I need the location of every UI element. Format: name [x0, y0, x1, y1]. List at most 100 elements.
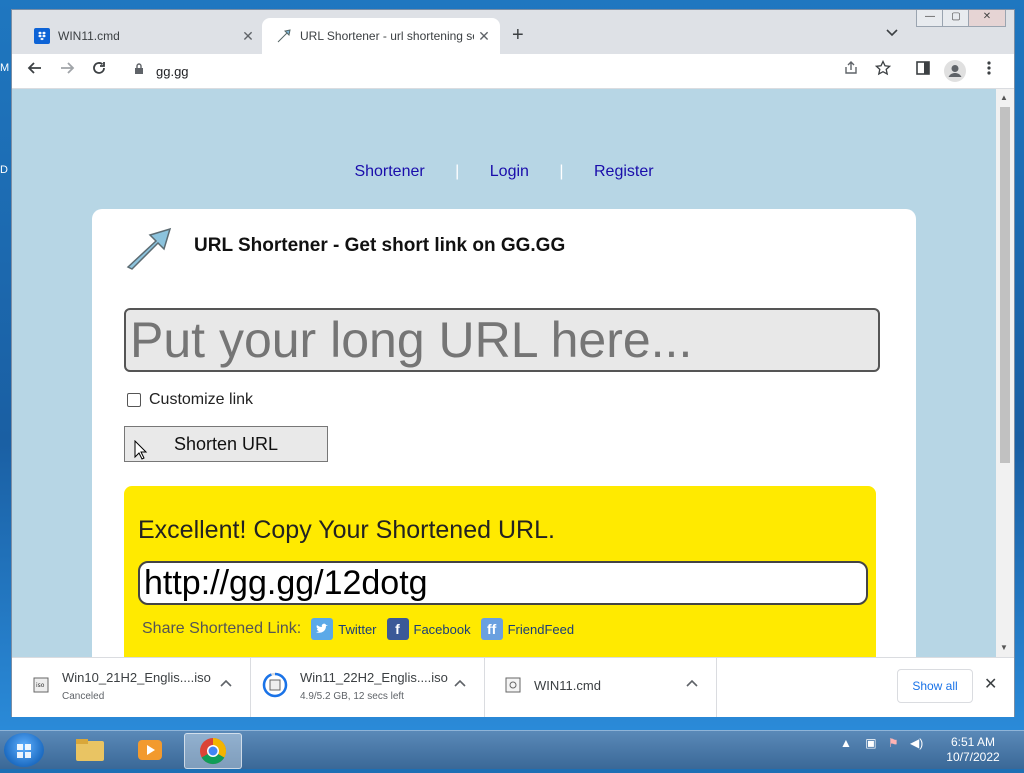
tab-title: URL Shortener - url shortening se: [300, 29, 474, 43]
system-tray: ▲ ▣ ⚑ ◀): [840, 736, 923, 750]
facebook-icon: f: [386, 618, 409, 640]
share-row: Share Shortened Link: Twitter f Facebook…: [142, 618, 574, 640]
friendfeed-icon: ff: [480, 618, 503, 640]
tab-win11-cmd[interactable]: WIN11.cmd ✕: [20, 18, 264, 54]
minimize-button[interactable]: —: [916, 10, 944, 27]
forward-arrow-icon: [61, 62, 75, 74]
chrome-icon: [200, 737, 227, 765]
menu-kebab-icon[interactable]: [978, 60, 1000, 82]
share-facebook-link[interactable]: f Facebook: [386, 618, 471, 640]
short-url-field[interactable]: http://gg.gg/12dotg: [138, 561, 868, 605]
customize-link-label: Customize link: [149, 391, 254, 408]
shorten-url-button[interactable]: Shorten URL: [124, 426, 328, 462]
download-status: 4.9/5.2 GB, 12 secs left: [300, 691, 404, 702]
shortener-card: URL Shortener - Get short link on GG.GG …: [92, 209, 916, 657]
share-friendfeed-link[interactable]: ff FriendFeed: [480, 618, 575, 640]
scroll-down-icon[interactable]: ▼: [1000, 643, 1008, 652]
folder-icon: [76, 739, 104, 761]
result-panel: Excellent! Copy Your Shortened URL. http…: [124, 486, 876, 657]
long-url-input[interactable]: [124, 308, 880, 372]
download-status: Canceled: [62, 691, 105, 702]
customize-link-checkbox[interactable]: [127, 393, 141, 407]
share-icon[interactable]: [840, 60, 862, 82]
svg-text:iso: iso: [36, 682, 45, 689]
page-viewport: Shortener | Login | Register URL Shorten…: [12, 89, 996, 657]
profile-avatar[interactable]: [944, 60, 966, 82]
bookmark-star-icon[interactable]: [872, 59, 894, 82]
clock-date: 10/7/2022: [946, 750, 1000, 764]
twitter-label: Twitter: [338, 621, 377, 637]
maximize-button[interactable]: ▢: [942, 10, 970, 27]
media-player-icon: [138, 740, 162, 760]
address-text: gg.gg: [156, 64, 189, 79]
volume-icon[interactable]: ◀): [910, 736, 923, 750]
forward-button[interactable]: [56, 60, 78, 82]
download-filename: Win10_21H2_Englis....iso: [62, 670, 211, 685]
reload-icon: [93, 62, 105, 74]
tab-search-button[interactable]: [886, 26, 898, 40]
show-hidden-icons[interactable]: ▲: [840, 736, 852, 750]
media-player-taskbar-button[interactable]: [122, 733, 178, 767]
taskbar-clock[interactable]: 6:51 AM 10/7/2022: [940, 735, 1006, 765]
show-all-downloads-button[interactable]: Show all: [897, 669, 973, 703]
customize-link-option[interactable]: Customize link: [127, 391, 253, 409]
downloads-bar: iso Win10_21H2_Englis....iso Canceled Wi…: [12, 657, 1014, 717]
share-twitter-link[interactable]: Twitter: [311, 618, 377, 640]
top-navigation: Shortener | Login | Register: [12, 163, 996, 181]
action-center-icon[interactable]: ⚑: [888, 736, 899, 750]
download-progress-ring: [262, 672, 288, 698]
chevron-up-icon[interactable]: [220, 676, 232, 690]
cmd-file-icon: [504, 676, 522, 694]
windows-taskbar: ▲ ▣ ⚑ ◀) 6:51 AM 10/7/2022: [0, 730, 1024, 769]
back-button[interactable]: [24, 60, 46, 82]
twitter-icon: [311, 618, 334, 640]
mouse-pointer-icon: [134, 440, 148, 460]
nav-separator: |: [559, 163, 564, 180]
page-scrollbar[interactable]: ▲ ▼: [996, 89, 1014, 657]
arrow-logo-icon: [276, 28, 292, 44]
iso-file-icon: iso: [32, 676, 50, 694]
friendfeed-label: FriendFeed: [507, 621, 575, 637]
share-label: Share Shortened Link:: [142, 620, 302, 637]
start-button[interactable]: [4, 733, 44, 767]
tab-url-shortener[interactable]: URL Shortener - url shortening se ✕: [262, 18, 500, 54]
facebook-label: Facebook: [413, 621, 471, 637]
chevron-up-icon[interactable]: [686, 676, 698, 690]
desktop-icon-label-fragment: D: [0, 164, 8, 176]
network-icon[interactable]: ▣: [865, 736, 876, 750]
download-item[interactable]: Win11_22H2_Englis....iso 4.9/5.2 GB, 12 …: [250, 658, 485, 717]
windows-logo-icon: [17, 744, 31, 758]
page-title: URL Shortener - Get short link on GG.GG: [194, 235, 566, 256]
explorer-taskbar-button[interactable]: [62, 733, 118, 767]
back-arrow-icon: [27, 62, 41, 74]
download-item[interactable]: WIN11.cmd: [484, 658, 717, 717]
download-filename: Win11_22H2_Englis....iso: [300, 670, 448, 685]
clock-time: 6:51 AM: [950, 735, 996, 749]
tab-strip: WIN11.cmd ✕ URL Shortener - url shorteni…: [12, 10, 1014, 54]
browser-window: WIN11.cmd ✕ URL Shortener - url shorteni…: [12, 10, 1014, 717]
scrollbar-thumb[interactable]: [1000, 107, 1010, 463]
side-panel-icon[interactable]: [912, 60, 934, 82]
close-window-button[interactable]: ✕: [968, 10, 1006, 27]
tab-close-icon[interactable]: ✕: [238, 28, 258, 45]
nav-link-shortener[interactable]: Shortener: [354, 163, 424, 180]
chevron-up-icon[interactable]: [454, 676, 466, 690]
chrome-taskbar-button[interactable]: [184, 733, 242, 769]
new-tab-button[interactable]: +: [512, 24, 524, 47]
browser-toolbar: gg.gg: [12, 54, 1014, 89]
desktop-icon-label-fragment: M: [0, 62, 10, 74]
address-bar[interactable]: gg.gg: [124, 57, 994, 85]
reload-button[interactable]: [88, 60, 110, 82]
tab-close-icon[interactable]: ✕: [474, 28, 494, 45]
download-item[interactable]: iso Win10_21H2_Englis....iso Canceled: [12, 658, 251, 717]
result-heading: Excellent! Copy Your Shortened URL.: [138, 516, 555, 544]
nav-link-register[interactable]: Register: [594, 163, 654, 180]
nav-separator: |: [455, 163, 460, 180]
nav-link-login[interactable]: Login: [490, 163, 529, 180]
chevron-down-icon: [886, 29, 898, 37]
dropbox-icon: [34, 28, 50, 44]
close-downloads-bar-icon[interactable]: ✕: [984, 674, 997, 694]
scroll-up-icon[interactable]: ▲: [1000, 93, 1008, 102]
download-filename: WIN11.cmd: [534, 678, 601, 693]
arrow-logo-icon: [124, 225, 174, 271]
